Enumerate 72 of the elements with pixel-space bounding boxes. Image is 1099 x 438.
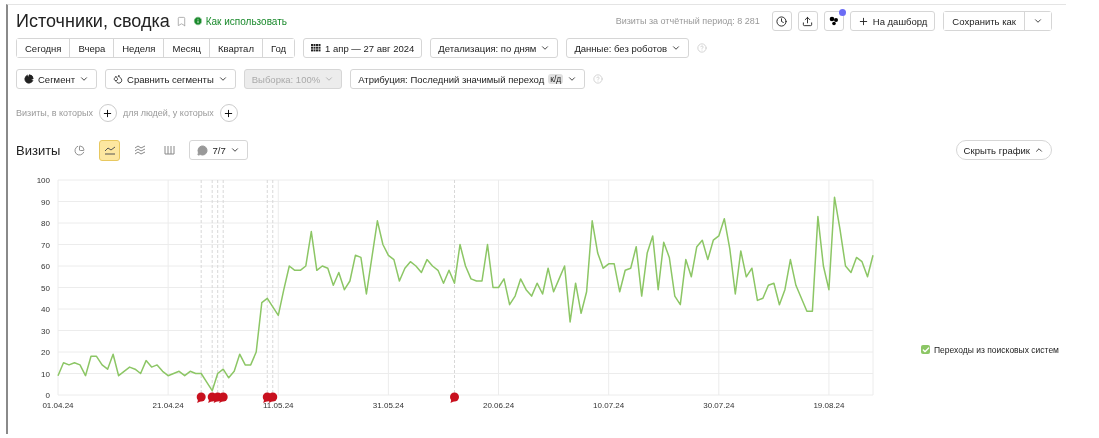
axis-label: 30	[41, 326, 50, 336]
caret-icon	[79, 74, 90, 84]
date-range-button[interactable]: 1 апр — 27 авг 2024	[303, 38, 423, 58]
upload-icon	[802, 15, 814, 27]
plus-icon	[857, 15, 869, 27]
axis-label: 20	[41, 348, 50, 357]
axis-label: 21.04.24	[152, 401, 184, 410]
calendar-icon	[311, 44, 322, 52]
axis-label: 70	[41, 240, 50, 250]
caret-icon	[671, 43, 682, 53]
caret-icon	[324, 74, 335, 84]
history-button[interactable]	[771, 11, 792, 31]
pie-chart-icon	[74, 144, 86, 156]
caret-icon	[567, 74, 578, 84]
drops-icon	[113, 74, 124, 84]
help-link[interactable]: Как использовать	[192, 15, 287, 27]
axis-label: 90	[41, 197, 50, 207]
filter-label: для людей, у которых	[122, 108, 214, 118]
axis-label: 30.07.24	[703, 401, 735, 410]
axis-label: 01.04.24	[42, 401, 74, 410]
axis-label: 80	[41, 219, 50, 228]
notification-dot	[838, 9, 846, 16]
filter-label: Визиты, в которых	[16, 108, 93, 118]
dropdown[interactable]: Детализация: по дням	[430, 38, 559, 58]
dropdown[interactable]: Данные: без роботов	[566, 38, 690, 58]
plus-icon	[102, 107, 114, 119]
axis-label: 0	[45, 391, 50, 400]
comments-dropdown[interactable]: 7/7	[189, 140, 248, 160]
axis-label: 10.07.24	[593, 401, 625, 410]
visits-total: Визиты за отчётный период: 8 281	[615, 16, 760, 26]
add-filter-button[interactable]	[98, 104, 117, 122]
legend-checkbox[interactable]	[921, 345, 930, 354]
axis-label: 60	[41, 262, 50, 271]
period-button[interactable]: Год	[261, 39, 295, 57]
caret-icon	[540, 43, 551, 53]
info-icon	[192, 16, 203, 26]
assistant-button[interactable]	[823, 11, 844, 31]
dropdown[interactable]: Атрибуция: Последний значимый переход к/д	[350, 69, 586, 89]
line-chart-icon	[103, 145, 116, 155]
caret-icon	[1034, 145, 1044, 155]
chart-title: Визиты	[16, 142, 61, 158]
caret-icon	[229, 145, 240, 155]
dropdown[interactable]: Сравнить сегменты	[105, 69, 236, 89]
axis-label: 19.08.24	[813, 401, 845, 410]
axis-label: 11.05.24	[263, 401, 294, 410]
comment-marker-icon[interactable]	[268, 392, 278, 403]
axis-label: 50	[41, 283, 50, 293]
axis-label: 20.06.24	[482, 401, 515, 410]
axis-label: 31.05.24	[372, 401, 404, 410]
chart-type-button[interactable]	[99, 139, 121, 161]
export-button[interactable]	[797, 11, 818, 31]
bar-chart-icon	[164, 145, 176, 155]
dots-icon	[828, 16, 839, 26]
hide-chart-button[interactable]: Скрыть график	[955, 140, 1052, 160]
axis-label: 40	[41, 305, 50, 314]
clock-icon	[776, 15, 788, 27]
page-title: Источники, сводка	[16, 10, 170, 32]
axis-label: 10	[41, 369, 50, 379]
add-filter-button[interactable]	[219, 104, 238, 122]
dropdown[interactable]: Сегмент	[16, 69, 98, 89]
legend-label: Переходы из поисковых систем	[934, 344, 1059, 355]
caret-icon	[1033, 16, 1043, 26]
comment-marker-icon[interactable]	[450, 392, 459, 403]
axis-label: 100	[36, 176, 50, 185]
pie-icon	[24, 74, 34, 84]
caret-icon	[217, 74, 228, 84]
plus-icon	[223, 107, 235, 119]
comment-marker-icon[interactable]	[218, 392, 228, 403]
comment-marker-icon[interactable]	[196, 392, 206, 403]
stacked-chart-icon	[133, 145, 146, 155]
dashboard-button[interactable]: На дашборд	[849, 11, 936, 31]
comment-icon	[197, 144, 209, 156]
